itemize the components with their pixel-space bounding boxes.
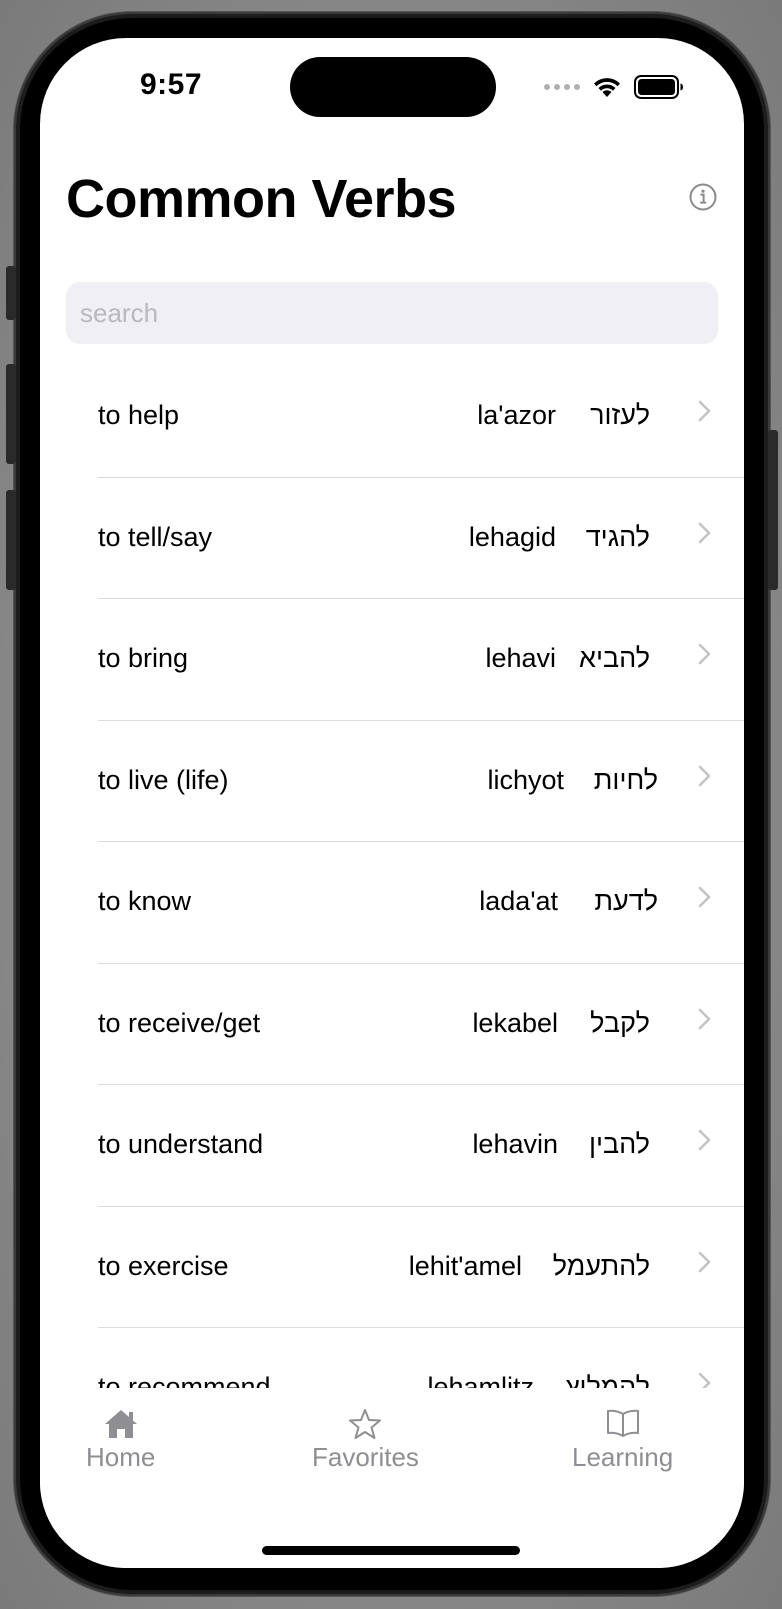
- tab-home[interactable]: Home: [86, 1408, 155, 1473]
- list-item[interactable]: to exercise lehit'amel להתעמל: [40, 1207, 744, 1328]
- status-time: 9:57: [140, 68, 203, 101]
- tab-learning[interactable]: Learning: [572, 1408, 673, 1473]
- battery-icon: [634, 75, 683, 99]
- verb-hebrew: להבין: [588, 1129, 650, 1159]
- cellular-signal-icon: [544, 84, 580, 90]
- verb-english: to help: [98, 400, 180, 430]
- verb-transliteration: lada'at: [479, 886, 558, 916]
- list-item[interactable]: to live (life) lichyot לחיות: [40, 721, 744, 842]
- page-title: Common Verbs: [66, 169, 457, 229]
- tab-home-label: Home: [86, 1442, 156, 1472]
- chevron-right-icon: [698, 522, 711, 543]
- list-item[interactable]: to understand lehavin להבין: [40, 1085, 744, 1207]
- list-item[interactable]: to bring lehavi להביא: [40, 599, 744, 721]
- side-button-volume-down: [6, 490, 16, 590]
- verb-english: to know: [98, 886, 192, 916]
- wifi-icon: [594, 78, 620, 97]
- verb-english: to understand: [98, 1129, 264, 1159]
- house-icon: [104, 1410, 137, 1438]
- verb-transliteration: lehavin: [472, 1129, 558, 1159]
- list-item[interactable]: to receive/get lekabel לקבל: [40, 964, 744, 1085]
- star-icon: [349, 1409, 382, 1439]
- verb-hebrew: להגיד: [585, 521, 650, 552]
- list-item[interactable]: to help la'azor לעזור: [40, 356, 744, 478]
- chevron-right-icon: [698, 400, 711, 422]
- verb-hebrew: לקבל: [590, 1007, 650, 1038]
- search-input[interactable]: [66, 282, 718, 344]
- verb-hebrew: לעזור: [590, 400, 650, 430]
- side-button-action: [6, 266, 16, 320]
- list-item[interactable]: to know lada'at לדעת: [40, 842, 744, 964]
- chevron-right-icon: [698, 643, 711, 665]
- side-button-volume-up: [6, 364, 16, 464]
- tab-bar: Home Favorites Learning: [40, 1390, 744, 1568]
- verb-english: to exercise: [98, 1250, 229, 1281]
- verb-hebrew: להמליץ: [565, 1372, 650, 1388]
- verb-hebrew: להביא: [579, 643, 650, 673]
- chevron-right-icon: [698, 1129, 711, 1151]
- home-indicator[interactable]: [262, 1546, 520, 1555]
- verb-english: to receive/get: [98, 1007, 261, 1038]
- status-indicators: [544, 72, 684, 102]
- verb-transliteration: lehamlitz: [427, 1372, 534, 1388]
- verb-english: to tell/say: [98, 521, 213, 552]
- verb-transliteration: lehagid: [468, 521, 556, 552]
- verb-english: to live (life): [98, 764, 229, 795]
- verb-english: to bring: [98, 643, 189, 673]
- verb-transliteration: lichyot: [487, 764, 564, 795]
- chevron-right-icon: [698, 765, 711, 786]
- screen: 9:57 Common Verbs to help la'azor לעזור: [40, 38, 744, 1568]
- list-item[interactable]: to tell/say lehagid להגיד: [40, 478, 744, 599]
- tab-learning-label: Learning: [572, 1442, 674, 1472]
- list-item[interactable]: to recommend lehamlitz להמליץ: [40, 1328, 744, 1388]
- verb-transliteration: la'azor: [477, 400, 556, 430]
- chevron-right-icon: [698, 886, 711, 908]
- chevron-right-icon: [698, 1008, 711, 1029]
- chevron-right-icon: [698, 1372, 711, 1388]
- verb-transliteration: lekabel: [472, 1007, 558, 1038]
- info-circle-icon[interactable]: [688, 182, 718, 212]
- verb-hebrew: להתעמל: [552, 1250, 650, 1281]
- dynamic-island: [290, 57, 496, 117]
- side-button-power: [768, 430, 778, 590]
- verb-hebrew: לחיות: [593, 764, 658, 795]
- verb-transliteration: lehit'amel: [408, 1250, 522, 1281]
- chevron-right-icon: [698, 1251, 711, 1272]
- tab-favorites[interactable]: Favorites: [312, 1408, 419, 1473]
- verb-transliteration: lehavi: [485, 643, 556, 673]
- book-icon: [606, 1409, 639, 1437]
- verb-english: to recommend: [98, 1372, 271, 1388]
- verb-list: to help la'azor לעזור to tell/say lehagi…: [40, 356, 744, 1388]
- verb-hebrew: לדעת: [594, 886, 658, 916]
- tab-favorites-label: Favorites: [312, 1442, 419, 1472]
